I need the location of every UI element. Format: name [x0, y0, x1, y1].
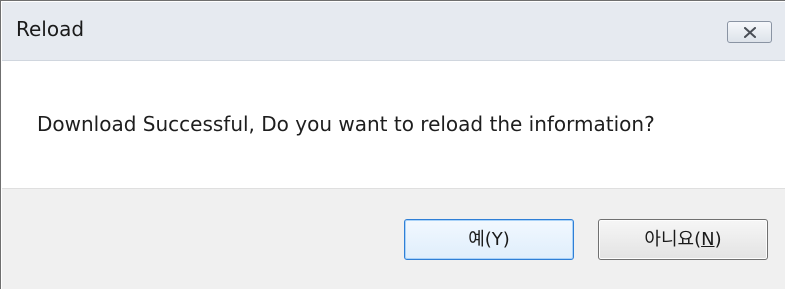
close-icon [744, 27, 756, 38]
title-bar[interactable]: Reload [2, 2, 785, 61]
yes-button[interactable]: 예(Y) [404, 219, 574, 260]
window-title: Reload [16, 17, 85, 41]
page: Reload Download Successful, Do you want … [0, 0, 785, 289]
dialog-content: Download Successful, Do you want to relo… [2, 61, 785, 187]
close-button[interactable] [727, 21, 772, 43]
yes-button-label-prefix: 예( [468, 229, 492, 250]
dialog-message: Download Successful, Do you want to relo… [37, 112, 655, 136]
no-button-label-suffix: ) [714, 229, 722, 250]
no-button[interactable]: 아니요(N) [598, 219, 768, 260]
reload-dialog: Reload Download Successful, Do you want … [0, 0, 785, 289]
yes-button-label-suffix: ) [502, 229, 510, 250]
yes-button-mnemonic: Y [491, 229, 503, 250]
no-button-label-prefix: 아니요( [644, 229, 702, 250]
button-bar: 예(Y) 아니요(N) [2, 188, 785, 289]
no-button-mnemonic: N [701, 229, 715, 250]
